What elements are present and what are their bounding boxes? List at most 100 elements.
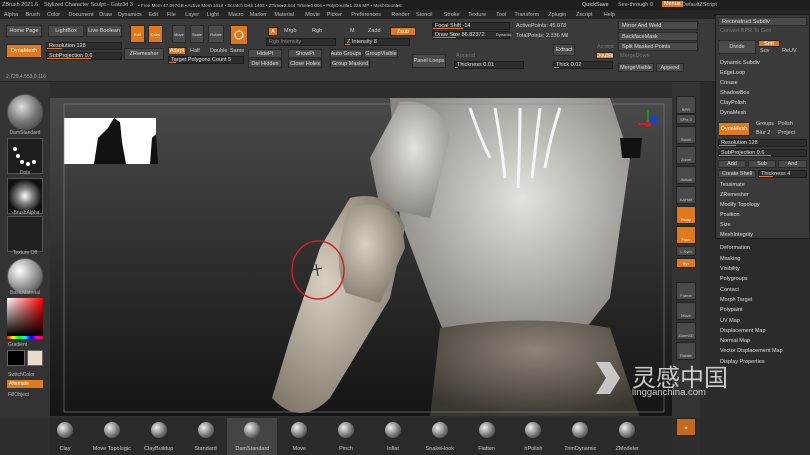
smt-toggle[interactable]: Smt xyxy=(758,40,780,47)
menu-picker[interactable]: Picker xyxy=(327,12,342,18)
zsub-button[interactable]: Zsub xyxy=(390,27,416,36)
subpalette-polypaint[interactable]: Polypaint xyxy=(720,307,743,313)
blur-slider[interactable]: Blur 2 xyxy=(756,130,770,136)
menu-zplugin[interactable]: Zplugin xyxy=(548,12,566,18)
quicksave-button[interactable]: QuickSave xyxy=(582,2,609,8)
reconstruct-subdiv-button[interactable]: Reconstruct Subdiv xyxy=(718,17,807,26)
menu-transform[interactable]: Transform xyxy=(514,12,539,18)
menu-macro[interactable]: Macro xyxy=(228,12,243,18)
menu-stencil[interactable]: Stencil xyxy=(416,12,433,18)
panel-loops-button[interactable]: Panel Loops xyxy=(412,54,446,68)
target-polygons-slider[interactable]: Target Polygons Count 5 xyxy=(168,56,244,64)
brush-icon[interactable] xyxy=(230,25,248,45)
texture-thumbnail[interactable] xyxy=(7,216,43,252)
suv-toggle[interactable]: Suv xyxy=(760,48,769,54)
rgb-intensity-slider[interactable]: Rgb Intensity xyxy=(266,38,336,46)
material-thumbnail[interactable] xyxy=(7,258,43,294)
del-hidden-button[interactable]: Del Hidden xyxy=(248,59,282,68)
append-subtool-button[interactable]: Append xyxy=(656,63,684,72)
seethrough-slider[interactable]: See-through xyxy=(618,2,648,8)
edit-button[interactable]: Edit xyxy=(130,25,145,43)
scale-button[interactable]: Scale xyxy=(190,25,204,43)
dynamic-subdiv-item[interactable]: Dynamic Subdiv xyxy=(720,60,760,66)
adapt-button[interactable]: Adapt xyxy=(168,47,186,55)
brush-zmodeler[interactable]: ZModeler xyxy=(602,418,652,455)
floor-button[interactable]: Floor xyxy=(676,226,696,244)
sub-button[interactable]: Sub xyxy=(748,160,776,168)
menu-draw[interactable]: Draw xyxy=(99,12,112,18)
spix-slider[interactable]: SPix 3 xyxy=(676,114,696,124)
zadd-button[interactable]: Zadd xyxy=(368,28,381,34)
brush-move[interactable]: Move xyxy=(274,418,324,455)
panel-subprojection-slider[interactable]: SubProjection 0.6 xyxy=(718,149,807,157)
accept-button[interactable]: Accept xyxy=(597,44,614,50)
menu-stroke[interactable]: Stroke xyxy=(444,12,460,18)
menu-edit[interactable]: Edit xyxy=(149,12,158,18)
z-intensity-slider[interactable]: Z Intensity 8 xyxy=(344,38,410,46)
zoom3d-button[interactable]: Zoom3D xyxy=(676,322,696,340)
scroll-button[interactable]: Scroll xyxy=(676,126,696,144)
modify-topology-item[interactable]: Modify Topology xyxy=(720,202,760,208)
subpalette-normal-map[interactable]: Normal Map xyxy=(720,338,750,344)
brush-flatten[interactable]: Flatten xyxy=(462,418,512,455)
subpalette-vector-displacement-map[interactable]: Vector Displacement Map xyxy=(720,348,783,354)
zremesher-item[interactable]: ZRemesher xyxy=(720,192,749,198)
frame-button[interactable]: Frame xyxy=(676,282,696,300)
a-toggle[interactable]: A xyxy=(268,27,278,36)
menu-color[interactable]: Color xyxy=(47,12,60,18)
persp-button[interactable]: Persp xyxy=(676,206,696,224)
color-picker[interactable] xyxy=(7,298,43,336)
brush-trimdynamic[interactable]: TrimDynamic xyxy=(555,418,605,455)
menu-file[interactable]: File xyxy=(167,12,176,18)
local-sym-button[interactable]: L.Sym xyxy=(676,246,696,256)
position-item[interactable]: Position xyxy=(720,212,740,218)
secondary-color-swatch[interactable] xyxy=(27,350,43,366)
dynamic-toggle[interactable]: Dynamic xyxy=(496,32,512,37)
zremesher-button[interactable]: ZRemesher xyxy=(124,48,164,60)
menu-texture[interactable]: Texture xyxy=(468,12,486,18)
subpalette-uv-map[interactable]: UV Map xyxy=(720,318,740,324)
alpha-thumbnail[interactable] xyxy=(7,178,43,214)
brush-claybuildup[interactable]: ClayBuildup xyxy=(134,418,184,455)
thickness-slider[interactable]: Thickness 0.01 xyxy=(454,61,524,69)
brush-standard[interactable]: Standard xyxy=(181,418,231,455)
reuv-toggle[interactable]: ReUV xyxy=(782,48,797,54)
menu-alpha[interactable]: Alpha xyxy=(4,12,18,18)
menu-layer[interactable]: Layer xyxy=(185,12,199,18)
dynamesh-panel-button[interactable]: DynaMesh xyxy=(718,122,750,136)
home-page-button[interactable]: Home Page xyxy=(6,25,42,37)
subpalette-displacement-map[interactable]: Displacement Map xyxy=(720,328,766,334)
actual-button[interactable]: Actual xyxy=(676,166,696,184)
subpalette-polygroups[interactable]: Polygroups xyxy=(720,276,748,282)
main-color-swatch[interactable] xyxy=(7,350,25,366)
mirror-and-weld-button[interactable]: Mirror And Weld xyxy=(618,21,698,30)
move-button[interactable]: Move xyxy=(172,25,186,43)
panel-resolution-slider[interactable]: Resolution 128 xyxy=(718,139,807,147)
m-button[interactable]: M xyxy=(350,28,355,34)
edgeloop-item[interactable]: EdgeLoop xyxy=(720,70,745,76)
brush-clay[interactable]: Clay xyxy=(40,418,90,455)
menu-preferences[interactable]: Preferences xyxy=(351,12,381,18)
move-view-button[interactable]: Move xyxy=(676,302,696,320)
subpalette-morph-target[interactable]: Morph Target xyxy=(720,297,752,303)
menu-marker[interactable]: Marker xyxy=(250,12,267,18)
auto-groups-button[interactable]: Auto Groups xyxy=(330,49,362,58)
brush-move-topologic[interactable]: Move Topologic xyxy=(87,418,137,455)
polish-toggle[interactable]: Polish xyxy=(778,121,793,127)
groups-toggle[interactable]: Groups xyxy=(756,121,774,127)
group-masked-button[interactable]: Group Masked xyxy=(330,59,370,68)
menu-movie[interactable]: Movie xyxy=(305,12,320,18)
brush-thumbnail[interactable] xyxy=(7,94,43,130)
stroke-thumbnail[interactable] xyxy=(7,138,43,174)
mergevisible-button[interactable]: MergeVisible xyxy=(618,63,654,72)
transp-button[interactable]: ◆ xyxy=(676,418,696,436)
group-visible-button[interactable]: GroupVisible xyxy=(364,49,398,58)
menu-brush[interactable]: Brush xyxy=(26,12,40,18)
dynamesh-button[interactable]: DynaMesh xyxy=(6,44,42,58)
menus-toggle[interactable]: Menus xyxy=(662,1,683,7)
menu-document[interactable]: Document xyxy=(69,12,94,18)
menu-help[interactable]: Help xyxy=(604,12,615,18)
shell-thickness-slider[interactable]: Thickness 4 xyxy=(758,170,807,178)
xyz-button[interactable]: Xyz xyxy=(676,258,696,268)
dynamesh-section-header[interactable]: DynaMesh xyxy=(720,110,746,116)
